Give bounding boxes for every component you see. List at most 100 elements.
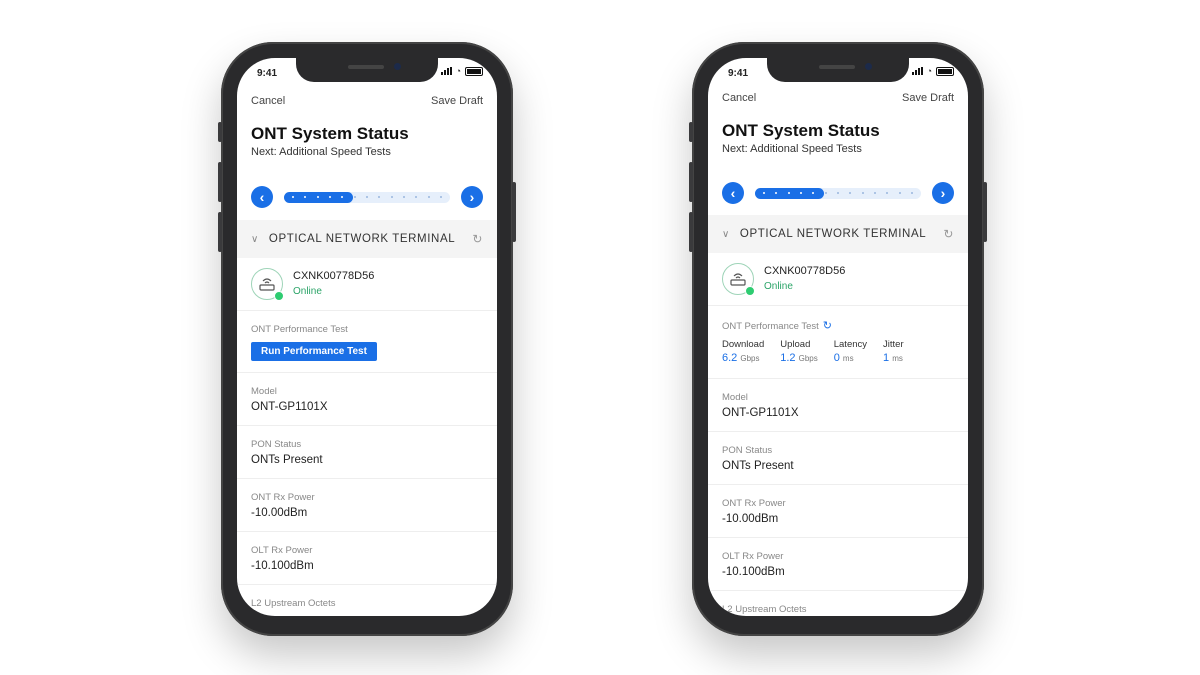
chevron-right-icon: ›: [940, 185, 946, 201]
row-label: ONT Rx Power: [251, 492, 315, 503]
detail-row-olt-rx-power: OLT Rx Power -10.100dBm: [708, 537, 968, 591]
volume-up-button: [689, 162, 693, 202]
online-indicator: [745, 286, 755, 296]
previous-step-button[interactable]: ‹: [722, 182, 744, 204]
device-serial: CXNK00778D56: [764, 265, 846, 277]
chevron-left-icon: ‹: [259, 189, 265, 205]
chevron-left-icon: ‹: [730, 185, 736, 201]
step-dot: [328, 196, 331, 198]
result-latency: Latency 0 ms: [834, 339, 867, 364]
save-draft-button[interactable]: Save Draft: [902, 92, 954, 104]
step-dot: [378, 196, 381, 198]
result-unit: Gbps: [798, 354, 818, 363]
step-dot: [787, 192, 790, 194]
result-name: Upload: [780, 339, 811, 350]
row-label: ONT Rx Power: [722, 498, 786, 509]
row-value: ONT-GP1101X: [722, 407, 799, 419]
next-step-button[interactable]: ›: [461, 186, 483, 208]
battery-icon: [936, 66, 954, 76]
row-label: PON Status: [722, 445, 773, 456]
battery-icon: [465, 66, 483, 76]
result-download: Download 6.2 Gbps: [722, 339, 764, 364]
step-progress: ‹ ›: [251, 186, 483, 208]
chevron-down-icon: ∨: [251, 233, 259, 245]
row-label: OLT Rx Power: [251, 545, 313, 556]
row-label: PON Status: [251, 439, 302, 450]
step-dot: [415, 196, 418, 198]
section-title: OPTICAL NETWORK TERMINAL: [739, 228, 927, 240]
row-value: -10.100dBm: [722, 566, 785, 578]
result-value: 1.2: [780, 352, 796, 364]
volume-down-button: [218, 212, 222, 252]
device-status: Online: [293, 286, 322, 297]
step-dots: [284, 196, 450, 198]
step-dot: [304, 196, 307, 198]
row-value: ONTs Present: [251, 454, 323, 466]
step-dot: [316, 196, 319, 198]
phone-right: 9:41 ◔ Cancel Save Draft ONT System Stat…: [689, 42, 987, 636]
device-card: CXNK00778D56 Online: [237, 258, 497, 311]
mute-switch: [218, 122, 222, 142]
step-dot: [824, 192, 827, 194]
result-unit: ms: [842, 354, 854, 363]
step-dot: [886, 192, 889, 194]
cancel-button[interactable]: Cancel: [251, 95, 285, 107]
speaker: [348, 65, 384, 69]
signal-icon: [911, 67, 923, 75]
page-subtitle: Next: Additional Speed Tests: [722, 143, 862, 155]
step-dot: [836, 192, 839, 194]
rerun-refresh-icon[interactable]: ↻: [823, 320, 832, 332]
detail-row-olt-rx-power: OLT Rx Power -10.100dBm: [237, 531, 497, 585]
row-value: -10.100dBm: [251, 560, 314, 572]
previous-step-button[interactable]: ‹: [251, 186, 273, 208]
router-icon: [251, 268, 284, 301]
page-title: ONT System Status: [722, 121, 880, 140]
detail-row-ont-rx-power: ONT Rx Power -10.00dBm: [708, 484, 968, 538]
detail-row-pon-status: PON Status ONTs Present: [708, 431, 968, 485]
page-subtitle: Next: Additional Speed Tests: [251, 146, 391, 158]
result-upload: Upload 1.2 Gbps: [780, 339, 817, 364]
row-value: -10.00dBm: [251, 507, 308, 519]
performance-results: Download 6.2 Gbps Upload 1.2 Gbps Latenc…: [722, 339, 904, 364]
save-draft-button[interactable]: Save Draft: [431, 95, 483, 107]
result-name: Latency: [833, 339, 868, 350]
step-progress: ‹ ›: [722, 182, 954, 204]
next-step-button[interactable]: ›: [932, 182, 954, 204]
row-value: ONTs Present: [722, 460, 794, 472]
step-dot: [861, 192, 864, 194]
screen: 9:41 ◔ Cancel Save Draft ONT System Stat…: [708, 58, 968, 616]
cancel-button[interactable]: Cancel: [722, 92, 756, 104]
row-value: -10.00dBm: [722, 513, 779, 525]
online-indicator: [274, 291, 284, 301]
detail-row-ont-rx-power: ONT Rx Power -10.00dBm: [237, 478, 497, 532]
progress-track: [755, 187, 921, 199]
row-value: ONT-GP1101X: [251, 401, 328, 413]
detail-row-l2-upstream-octets: L2 Upstream Octets: [708, 590, 968, 616]
refresh-icon[interactable]: ↻: [943, 227, 954, 241]
device-status: Online: [764, 281, 793, 292]
step-dot: [292, 196, 294, 198]
result-value: 1: [883, 352, 890, 364]
volume-up-button: [218, 162, 222, 202]
result-name: Jitter: [883, 339, 904, 350]
step-dot: [427, 196, 430, 198]
row-label: Model: [251, 386, 277, 397]
notch: [767, 58, 909, 82]
step-dot: [873, 192, 876, 194]
section-header[interactable]: ∨ OPTICAL NETWORK TERMINAL ↻: [708, 215, 968, 253]
camera: [865, 63, 872, 70]
run-performance-test-button[interactable]: Run Performance Test: [251, 342, 377, 361]
progress-track: [284, 191, 450, 203]
nav-bar: Cancel Save Draft: [251, 95, 483, 107]
step-dot: [763, 192, 765, 194]
step-dot: [390, 196, 393, 198]
section-header[interactable]: ∨ OPTICAL NETWORK TERMINAL ↻: [237, 220, 497, 258]
step-dot: [353, 196, 356, 198]
page-title: ONT System Status: [251, 124, 409, 143]
refresh-icon[interactable]: ↻: [472, 232, 483, 246]
volume-down-button: [689, 212, 693, 252]
step-dot: [849, 192, 852, 194]
chevron-right-icon: ›: [469, 189, 475, 205]
performance-label: ONT Performance Test: [251, 324, 348, 335]
detail-row-model: Model ONT-GP1101X: [708, 378, 968, 432]
